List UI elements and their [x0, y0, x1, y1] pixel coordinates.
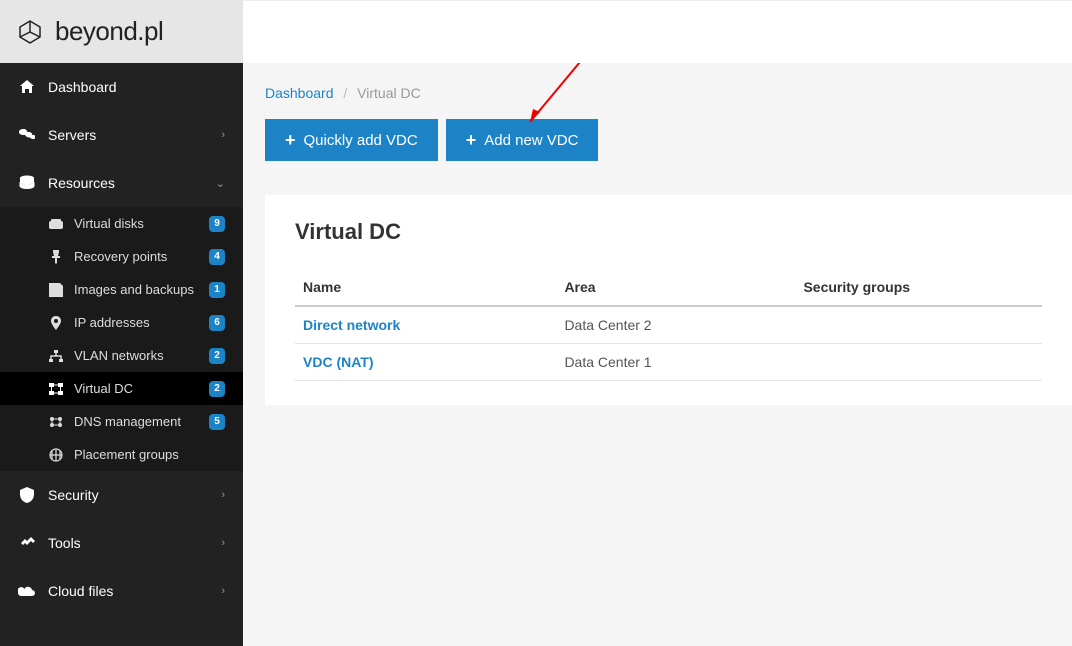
- subnav-label: Virtual disks: [74, 216, 209, 231]
- virtual-dc-card: Virtual DC Name Area Security groups Dir…: [265, 195, 1072, 405]
- add-new-vdc-button[interactable]: + Add new VDC: [446, 119, 599, 161]
- breadcrumb-root[interactable]: Dashboard: [265, 85, 334, 101]
- col-name: Name: [295, 269, 556, 306]
- chevron-right-icon: ›: [221, 585, 225, 597]
- resources-icon: [18, 174, 36, 192]
- logo-text: beyond.pl: [55, 16, 163, 47]
- subnav-label: Virtual DC: [74, 381, 209, 396]
- table-row: Direct network Data Center 2: [295, 306, 1042, 344]
- nav-label: Dashboard: [48, 79, 225, 95]
- vdc-name-link[interactable]: VDC (NAT): [295, 344, 556, 381]
- pin-icon: [48, 249, 64, 265]
- vdc-table: Name Area Security groups Direct network…: [295, 269, 1042, 381]
- col-area: Area: [556, 269, 795, 306]
- sidebar-sub-virtual-disks[interactable]: Virtual disks 9: [0, 207, 243, 240]
- count-badge: 4: [209, 249, 225, 265]
- chevron-down-icon: ⌄: [216, 177, 225, 190]
- nav-label: Servers: [48, 127, 221, 143]
- branding: beyond.pl: [0, 0, 243, 63]
- vdc-area: Data Center 2: [556, 306, 795, 344]
- sidebar-sub-images-backups[interactable]: Images and backups 1: [0, 273, 243, 306]
- save-icon: [48, 282, 64, 298]
- subnav-label: Placement groups: [74, 447, 225, 462]
- sidebar-sub-recovery-points[interactable]: Recovery points 4: [0, 240, 243, 273]
- globe-icon: [48, 447, 64, 463]
- sidebar-sub-ip-addresses[interactable]: IP addresses 6: [0, 306, 243, 339]
- count-badge: 2: [209, 381, 225, 397]
- quickly-add-vdc-button[interactable]: + Quickly add VDC: [265, 119, 438, 161]
- sidebar-item-resources[interactable]: Resources ⌄: [0, 159, 243, 207]
- vdc-name-link[interactable]: Direct network: [295, 306, 556, 344]
- sidebar-item-cloud-files[interactable]: Cloud files ›: [0, 567, 243, 615]
- vdc-sg: [795, 344, 1042, 381]
- count-badge: 1: [209, 282, 225, 298]
- cloud-files-icon: [18, 582, 36, 600]
- breadcrumb-sep: /: [343, 85, 347, 101]
- button-label: Add new VDC: [484, 132, 578, 149]
- servers-icon: [18, 126, 36, 144]
- count-badge: 5: [209, 414, 225, 430]
- subnav-label: Images and backups: [74, 282, 209, 297]
- dns-icon: [48, 414, 64, 430]
- virtual-dc-icon: [48, 381, 64, 397]
- vdc-area: Data Center 1: [556, 344, 795, 381]
- subnav-label: Recovery points: [74, 249, 209, 264]
- sidebar: Dashboard Servers › Resources ⌄: [0, 63, 243, 646]
- table-header-row: Name Area Security groups: [295, 269, 1042, 306]
- breadcrumb: Dashboard / Virtual DC: [265, 85, 1072, 101]
- nav-label: Tools: [48, 535, 221, 551]
- action-bar: + Quickly add VDC + Add new VDC: [265, 119, 1072, 161]
- main-content: Dashboard / Virtual DC + Quickly add VDC…: [243, 63, 1072, 646]
- subnav-label: VLAN networks: [74, 348, 209, 363]
- logo-mark-icon: [15, 17, 45, 47]
- nav-label: Resources: [48, 175, 216, 191]
- col-security-groups: Security groups: [795, 269, 1042, 306]
- subnav-label: DNS management: [74, 414, 209, 429]
- chevron-right-icon: ›: [221, 489, 225, 501]
- network-icon: [48, 348, 64, 364]
- count-badge: 9: [209, 216, 225, 232]
- nav-label: Cloud files: [48, 583, 221, 599]
- sidebar-item-servers[interactable]: Servers ›: [0, 111, 243, 159]
- sidebar-sub-vlan-networks[interactable]: VLAN networks 2: [0, 339, 243, 372]
- button-label: Quickly add VDC: [304, 132, 418, 149]
- tools-icon: [18, 534, 36, 552]
- sidebar-sub-placement-groups[interactable]: Placement groups: [0, 438, 243, 471]
- topbar-right: [243, 0, 1072, 63]
- location-icon: [48, 315, 64, 331]
- sidebar-sub-virtual-dc[interactable]: Virtual DC 2: [0, 372, 243, 405]
- count-badge: 2: [209, 348, 225, 364]
- breadcrumb-current: Virtual DC: [357, 85, 421, 101]
- sidebar-item-dashboard[interactable]: Dashboard: [0, 63, 243, 111]
- subnav-label: IP addresses: [74, 315, 209, 330]
- chevron-right-icon: ›: [221, 537, 225, 549]
- vdc-sg: [795, 306, 1042, 344]
- plus-icon: +: [285, 131, 296, 149]
- sidebar-sub-dns-management[interactable]: DNS management 5: [0, 405, 243, 438]
- table-row: VDC (NAT) Data Center 1: [295, 344, 1042, 381]
- card-title: Virtual DC: [295, 219, 1042, 245]
- disk-icon: [48, 216, 64, 232]
- topbar: beyond.pl: [0, 0, 1072, 63]
- plus-icon: +: [466, 131, 477, 149]
- sidebar-item-tools[interactable]: Tools ›: [0, 519, 243, 567]
- dashboard-icon: [18, 78, 36, 96]
- sidebar-item-security[interactable]: Security ›: [0, 471, 243, 519]
- nav-label: Security: [48, 487, 221, 503]
- chevron-right-icon: ›: [221, 129, 225, 141]
- count-badge: 6: [209, 315, 225, 331]
- security-icon: [18, 486, 36, 504]
